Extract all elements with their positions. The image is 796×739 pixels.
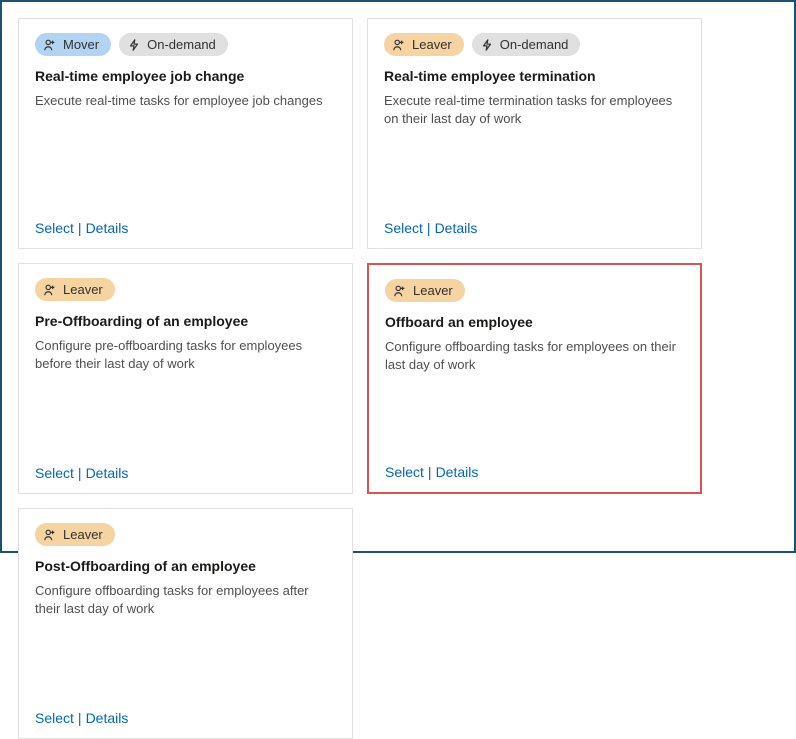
card-actions: Select|Details: [35, 465, 336, 481]
card-title: Real-time employee termination: [384, 68, 685, 84]
person-plus-icon: [43, 528, 57, 542]
bolt-icon: [127, 38, 141, 52]
workflow-card: Leaver On-demand Real-time employee termin…: [367, 18, 702, 249]
select-link[interactable]: Select: [35, 710, 74, 726]
workflow-card: Mover On-demand Real-time employee job cha…: [18, 18, 353, 249]
person-plus-icon: [393, 284, 407, 298]
action-divider: |: [78, 465, 82, 481]
badge-label: Leaver: [412, 37, 452, 52]
badge-ondemand: On-demand: [472, 33, 581, 56]
badge-label: On-demand: [500, 37, 569, 52]
action-divider: |: [427, 220, 431, 236]
card-title: Post-Offboarding of an employee: [35, 558, 336, 574]
card-description: Configure offboarding tasks for employee…: [385, 338, 684, 374]
card-actions: Select|Details: [35, 710, 336, 726]
details-link[interactable]: Details: [86, 710, 129, 726]
action-divider: |: [78, 710, 82, 726]
card-description: Execute real-time tasks for employee job…: [35, 92, 336, 110]
details-link[interactable]: Details: [86, 465, 129, 481]
badge-row: Leaver: [385, 279, 684, 302]
card-description: Configure offboarding tasks for employee…: [35, 582, 336, 618]
person-plus-icon: [43, 38, 57, 52]
badge-leaver: Leaver: [384, 33, 464, 56]
badge-row: Leaver On-demand: [384, 33, 685, 56]
badge-label: Leaver: [63, 282, 103, 297]
select-link[interactable]: Select: [35, 465, 74, 481]
card-title: Pre-Offboarding of an employee: [35, 313, 336, 329]
action-divider: |: [428, 464, 432, 480]
workflow-card: Leaver Pre-Offboarding of an employee Conf…: [18, 263, 353, 494]
card-title: Real-time employee job change: [35, 68, 336, 84]
card-actions: Select|Details: [35, 220, 336, 236]
badge-ondemand: On-demand: [119, 33, 228, 56]
details-link[interactable]: Details: [435, 220, 478, 236]
workflow-card: Leaver Post-Offboarding of an employee Con…: [18, 508, 353, 739]
card-description: Execute real-time termination tasks for …: [384, 92, 685, 128]
badge-label: Leaver: [413, 283, 453, 298]
badge-mover: Mover: [35, 33, 111, 56]
bolt-icon: [480, 38, 494, 52]
badge-leaver: Leaver: [35, 523, 115, 546]
person-plus-icon: [43, 283, 57, 297]
workflow-card: Leaver Offboard an employee Configure offb…: [367, 263, 702, 494]
details-link[interactable]: Details: [86, 220, 129, 236]
badge-row: Leaver: [35, 523, 336, 546]
card-actions: Select|Details: [385, 464, 684, 480]
card-actions: Select|Details: [384, 220, 685, 236]
details-link[interactable]: Details: [436, 464, 479, 480]
action-divider: |: [78, 220, 82, 236]
card-description: Configure pre-offboarding tasks for empl…: [35, 337, 336, 373]
badge-leaver: Leaver: [385, 279, 465, 302]
badge-label: Mover: [63, 37, 99, 52]
select-link[interactable]: Select: [385, 464, 424, 480]
badge-row: Leaver: [35, 278, 336, 301]
card-title: Offboard an employee: [385, 314, 684, 330]
select-link[interactable]: Select: [384, 220, 423, 236]
badge-label: Leaver: [63, 527, 103, 542]
badge-label: On-demand: [147, 37, 216, 52]
select-link[interactable]: Select: [35, 220, 74, 236]
badge-leaver: Leaver: [35, 278, 115, 301]
person-plus-icon: [392, 38, 406, 52]
badge-row: Mover On-demand: [35, 33, 336, 56]
